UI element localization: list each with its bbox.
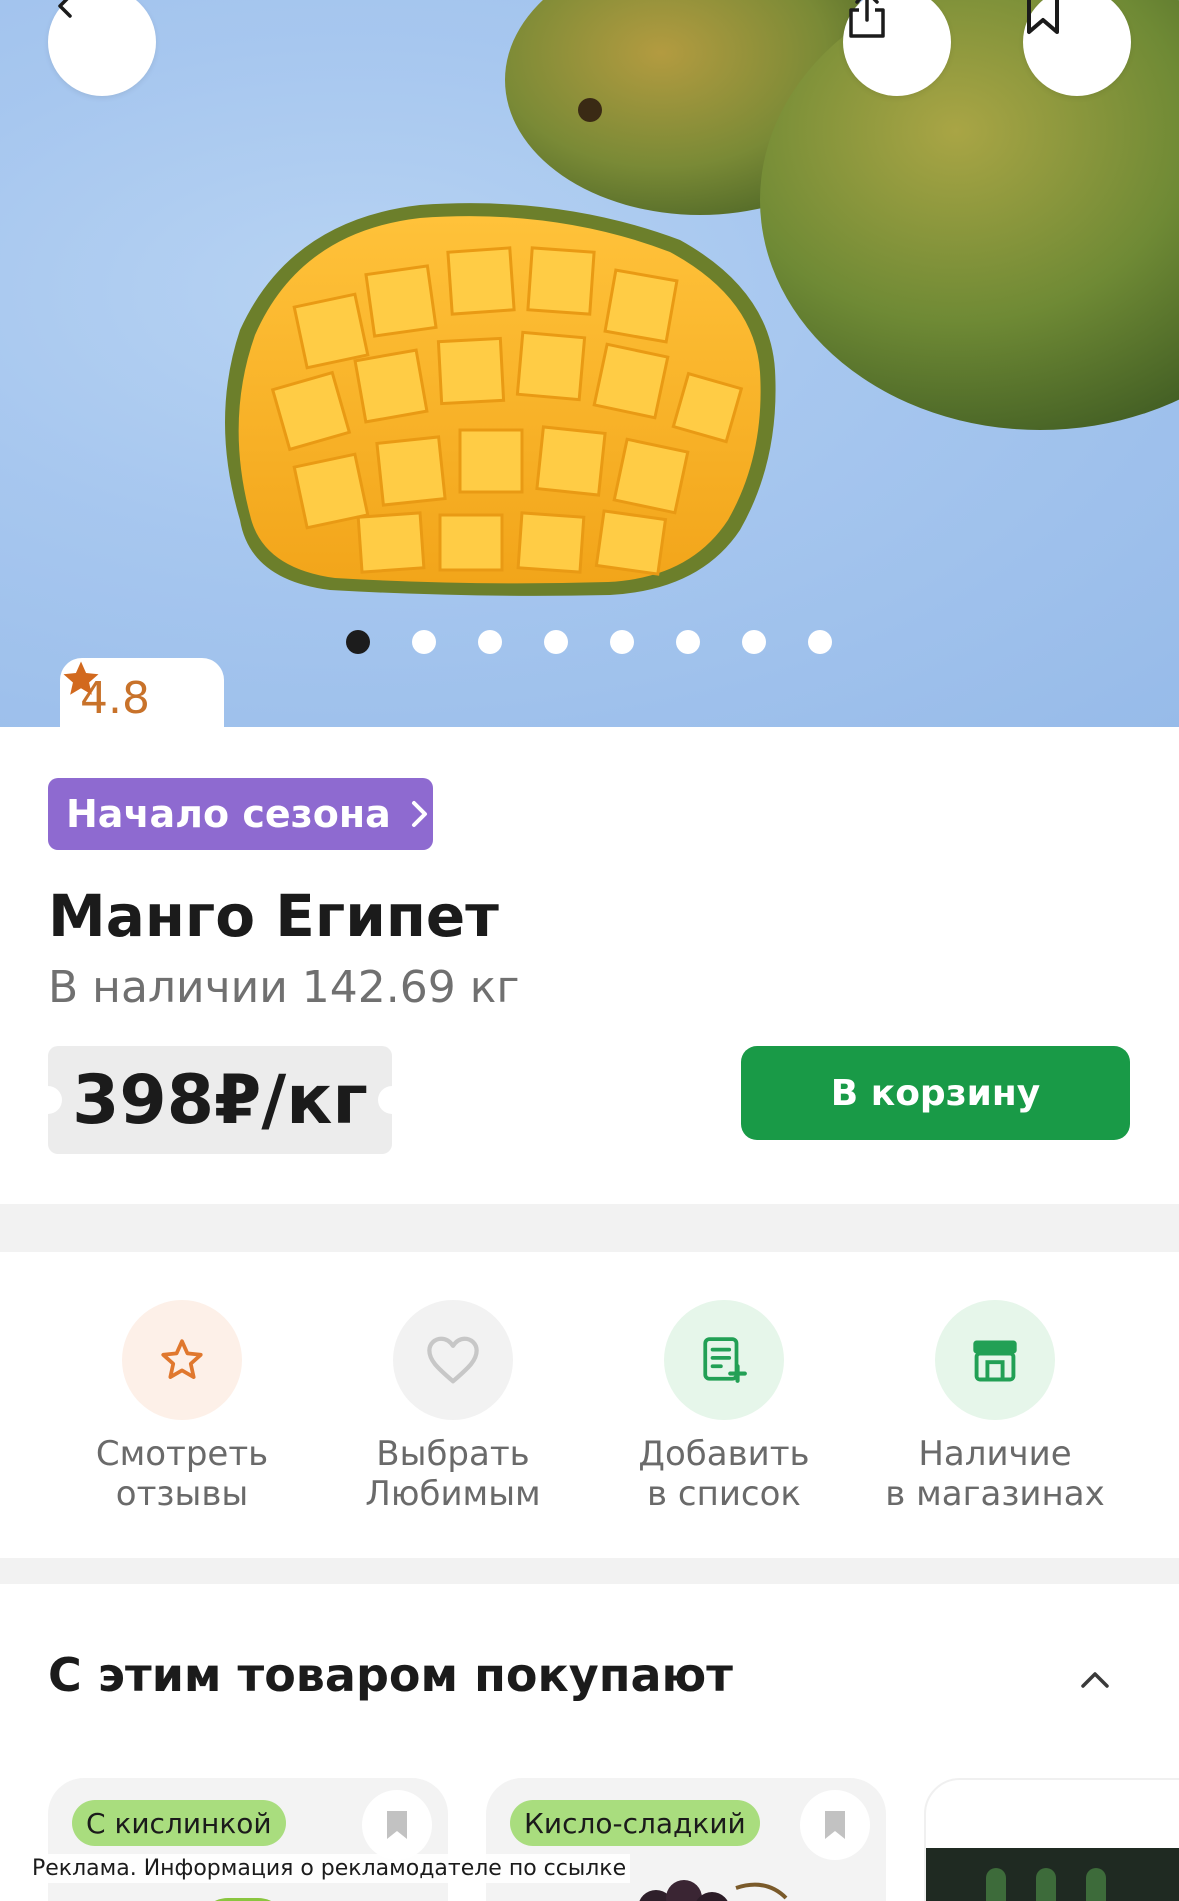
list-add-icon bbox=[703, 1337, 747, 1383]
section-divider bbox=[0, 1558, 1179, 1584]
action-store-availability-circle bbox=[935, 1300, 1055, 1420]
chevron-left-icon bbox=[58, 0, 72, 18]
add-to-cart-label: В корзину bbox=[830, 1072, 1041, 1114]
stock-status: В наличии 142.69 кг bbox=[48, 962, 520, 1013]
store-icon bbox=[973, 1340, 1017, 1382]
product-page: 4.8 Начало сезона Манго Египет В наличии… bbox=[0, 0, 1179, 1901]
carousel-dot[interactable] bbox=[412, 630, 436, 654]
action-store-availability-label: Наличие в магазинах bbox=[885, 1434, 1105, 1514]
card-tag: Кисло-сладкий bbox=[510, 1800, 760, 1846]
chevron-right-icon bbox=[411, 801, 427, 827]
price-value: 398₽/кг bbox=[72, 1060, 368, 1140]
carousel-dot[interactable] bbox=[676, 630, 700, 654]
rating-badge[interactable]: 4.8 bbox=[60, 658, 224, 727]
action-favorite-circle bbox=[393, 1300, 513, 1420]
carousel-dot[interactable] bbox=[478, 630, 502, 654]
action-add-to-list-label: Добавить в список bbox=[638, 1434, 810, 1514]
action-store-availability[interactable]: Наличие в магазинах bbox=[875, 1300, 1115, 1514]
section-divider bbox=[0, 1204, 1179, 1252]
carousel-dot[interactable] bbox=[808, 630, 832, 654]
card-product-image bbox=[639, 1880, 788, 1901]
card-tag: С кислинкой bbox=[72, 1800, 286, 1846]
card-bookmark-button[interactable] bbox=[362, 1790, 432, 1860]
star-icon bbox=[63, 661, 99, 695]
chevron-up-icon[interactable] bbox=[1073, 1658, 1117, 1702]
carousel-dot[interactable] bbox=[610, 630, 634, 654]
season-badge-label: Начало сезона bbox=[66, 792, 391, 836]
action-favorite-label: Выбрать Любимым bbox=[365, 1434, 541, 1514]
carousel-dot[interactable] bbox=[544, 630, 568, 654]
carousel-dot[interactable] bbox=[742, 630, 766, 654]
action-favorite[interactable]: Выбрать Любимым bbox=[333, 1300, 573, 1514]
heart-outline-icon bbox=[427, 1336, 479, 1384]
share-icon bbox=[849, 0, 885, 38]
add-to-cart-button[interactable]: В корзину bbox=[741, 1046, 1130, 1140]
action-reviews[interactable]: Смотреть отзывы bbox=[62, 1300, 302, 1514]
price-tag: 398₽/кг bbox=[34, 1046, 406, 1154]
carousel-dot[interactable] bbox=[346, 630, 370, 654]
recommendations-title: С этим товаром покупают bbox=[48, 1648, 733, 1702]
carousel-pagination bbox=[346, 630, 832, 654]
action-add-to-list-circle bbox=[664, 1300, 784, 1420]
action-add-to-list[interactable]: Добавить в список bbox=[604, 1300, 844, 1514]
star-outline-icon bbox=[161, 1339, 203, 1379]
product-card[interactable] bbox=[924, 1778, 1179, 1901]
product-image-carousel[interactable]: 4.8 bbox=[0, 0, 1179, 727]
season-badge[interactable]: Начало сезона bbox=[48, 778, 433, 850]
card-bookmark-button[interactable] bbox=[800, 1790, 870, 1860]
ad-disclaimer[interactable]: Реклама. Информация о рекламодателе по с… bbox=[28, 1854, 631, 1883]
bookmark-icon bbox=[1027, 0, 1059, 34]
product-title: Манго Египет bbox=[48, 882, 499, 950]
action-reviews-circle bbox=[122, 1300, 242, 1420]
bookmark-icon bbox=[387, 1811, 407, 1839]
card-product-image bbox=[926, 1848, 1179, 1901]
bookmark-icon bbox=[825, 1811, 845, 1839]
mango-photo bbox=[225, 0, 1179, 596]
action-reviews-label: Смотреть отзывы bbox=[95, 1434, 269, 1514]
